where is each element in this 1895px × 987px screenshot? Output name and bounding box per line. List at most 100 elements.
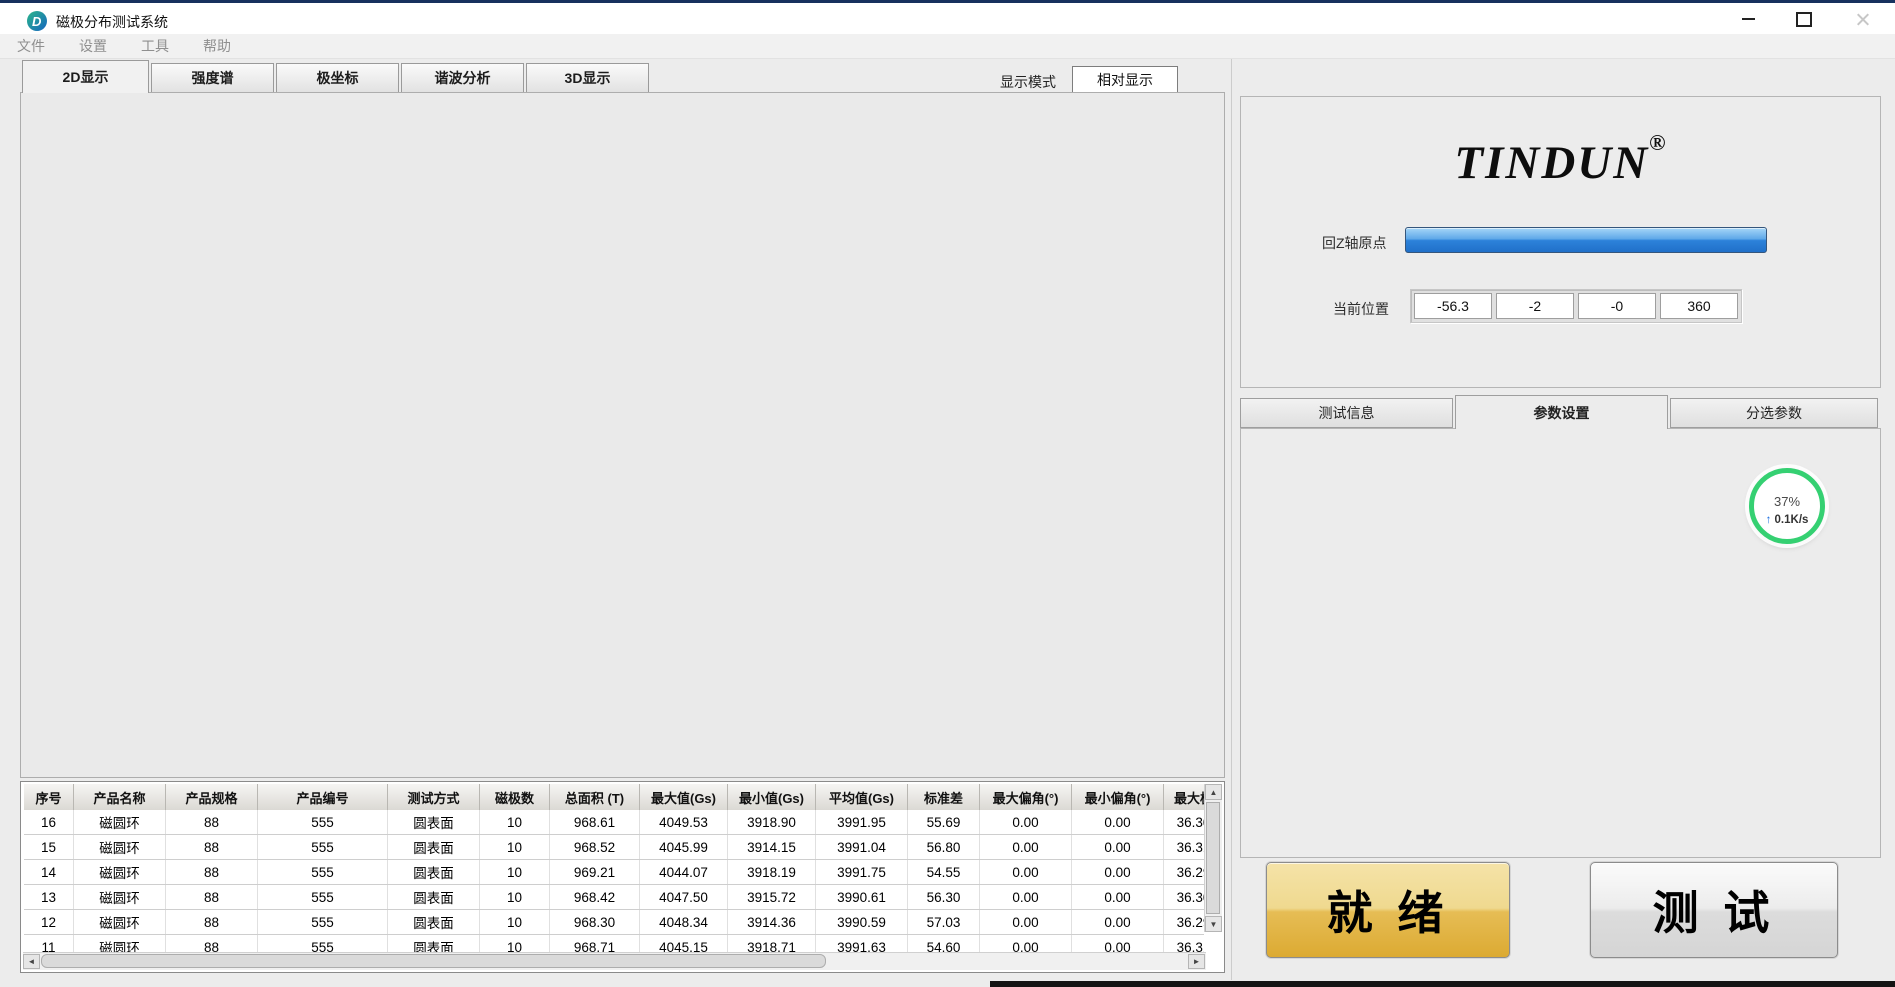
menu-file[interactable]: 文件 bbox=[0, 36, 62, 56]
table-cell: 555 bbox=[258, 885, 388, 909]
column-header[interactable]: 最小偏角(°) bbox=[1072, 784, 1164, 810]
table-cell: 88 bbox=[166, 885, 258, 909]
table-cell: 969.21 bbox=[550, 860, 640, 884]
table-cell: 0.00 bbox=[980, 885, 1072, 909]
table-cell: 0.00 bbox=[980, 910, 1072, 934]
current-position-label: 当前位置 bbox=[1333, 299, 1389, 319]
scroll-down-button[interactable]: ▼ bbox=[1205, 916, 1222, 932]
column-header[interactable]: 标准差 bbox=[908, 784, 980, 810]
display-mode-selector[interactable]: 相对显示 bbox=[1072, 66, 1178, 93]
close-button[interactable] bbox=[1840, 3, 1886, 35]
table-cell: 圆表面 bbox=[388, 885, 480, 909]
app-logo-icon: D bbox=[26, 10, 48, 32]
test-button[interactable]: 测 试 bbox=[1590, 862, 1838, 958]
table-cell: 3991.75 bbox=[816, 860, 908, 884]
table-cell: 圆表面 bbox=[388, 860, 480, 884]
panel-divider bbox=[1231, 59, 1232, 980]
current-position-z: -0 bbox=[1578, 293, 1656, 319]
title-bar: D 磁极分布测试系统 bbox=[0, 0, 1895, 34]
scroll-left-button[interactable]: ◄ bbox=[23, 954, 40, 969]
table-cell: 0.00 bbox=[1072, 885, 1164, 909]
table-cell: 磁圆环 bbox=[74, 910, 166, 934]
chart-panel bbox=[20, 92, 1225, 778]
tab-polar[interactable]: 极坐标 bbox=[276, 63, 399, 93]
table-cell: 圆表面 bbox=[388, 910, 480, 934]
column-header[interactable]: 测试方式 bbox=[388, 784, 480, 810]
table-cell: 88 bbox=[166, 810, 258, 834]
tab-sorting-parameters[interactable]: 分选参数 bbox=[1670, 398, 1878, 428]
minimize-button[interactable] bbox=[1725, 3, 1771, 35]
column-header[interactable]: 最大极 bbox=[1164, 784, 1204, 810]
app-window: D 磁极分布测试系统 文件 设置 工具 帮助 2D显示 强度谱 极坐标 谐波分析… bbox=[0, 0, 1895, 987]
column-header[interactable]: 总面积 (T) bbox=[550, 784, 640, 810]
table-cell: 4048.34 bbox=[640, 910, 728, 934]
table-cell: 12 bbox=[24, 910, 74, 934]
table-cell: 56.30 bbox=[908, 885, 980, 909]
progress-unit: % bbox=[1788, 494, 1800, 509]
table-cell: 15 bbox=[24, 835, 74, 859]
menu-help[interactable]: 帮助 bbox=[186, 36, 248, 56]
table-header-row: 序号产品名称产品规格产品编号测试方式磁极数总面积 (T)最大值(Gs)最小值(G… bbox=[24, 784, 1204, 810]
menu-settings[interactable]: 设置 bbox=[62, 36, 124, 56]
home-z-button[interactable] bbox=[1405, 227, 1767, 253]
tab-3d-display[interactable]: 3D显示 bbox=[526, 63, 649, 93]
column-header[interactable]: 平均值(Gs) bbox=[816, 784, 908, 810]
column-header[interactable]: 最小值(Gs) bbox=[728, 784, 816, 810]
table-row[interactable]: 15磁圆环88555圆表面10968.524045.993914.153991.… bbox=[24, 835, 1204, 860]
tab-parameter-settings[interactable]: 参数设置 bbox=[1455, 395, 1668, 429]
column-header[interactable]: 产品名称 bbox=[74, 784, 166, 810]
table-row[interactable]: 16磁圆环88555圆表面10968.614049.533918.903991.… bbox=[24, 810, 1204, 835]
horizontal-scroll-thumb[interactable] bbox=[41, 954, 826, 968]
table-cell: 10 bbox=[480, 885, 550, 909]
results-table: 序号产品名称产品规格产品编号测试方式磁极数总面积 (T)最大值(Gs)最小值(G… bbox=[20, 781, 1225, 973]
home-z-label: 回Z轴原点 bbox=[1322, 233, 1387, 253]
minimize-icon bbox=[1742, 18, 1755, 20]
up-arrow-icon: ↑ bbox=[1766, 514, 1772, 526]
table-cell: 54.55 bbox=[908, 860, 980, 884]
table-cell: 磁圆环 bbox=[74, 860, 166, 884]
tab-2d-display[interactable]: 2D显示 bbox=[22, 60, 149, 93]
table-cell: 3915.72 bbox=[728, 885, 816, 909]
table-cell: 0.00 bbox=[1072, 860, 1164, 884]
table-cell: 10 bbox=[480, 810, 550, 834]
tab-intensity-spectrum[interactable]: 强度谱 bbox=[151, 63, 274, 93]
scan-progress-widget[interactable]: 37% ↑ 0.1K/s bbox=[1749, 468, 1825, 544]
tab-harmonic-analysis[interactable]: 谐波分析 bbox=[401, 63, 524, 93]
table-cell: 36.29 bbox=[1164, 910, 1204, 934]
table-cell: 10 bbox=[480, 835, 550, 859]
horizontal-scrollbar[interactable]: ◄ ► bbox=[23, 952, 1206, 970]
table-cell: 88 bbox=[166, 910, 258, 934]
table-row[interactable]: 13磁圆环88555圆表面10968.424047.503915.723990.… bbox=[24, 885, 1204, 910]
column-header[interactable]: 产品规格 bbox=[166, 784, 258, 810]
column-header[interactable]: 磁极数 bbox=[480, 784, 550, 810]
table-cell: 10 bbox=[480, 860, 550, 884]
table-cell: 3990.59 bbox=[816, 910, 908, 934]
column-header[interactable]: 产品编号 bbox=[258, 784, 388, 810]
scroll-right-button[interactable]: ► bbox=[1188, 954, 1205, 969]
table-row[interactable]: 12磁圆环88555圆表面10968.304048.343914.363990.… bbox=[24, 910, 1204, 935]
table-cell: 3991.04 bbox=[816, 835, 908, 859]
table-cell: 磁圆环 bbox=[74, 885, 166, 909]
column-header[interactable]: 最大值(Gs) bbox=[640, 784, 728, 810]
menu-tools[interactable]: 工具 bbox=[124, 36, 186, 56]
table-cell: 0.00 bbox=[1072, 810, 1164, 834]
vertical-scrollbar[interactable]: ▲ ▼ bbox=[1204, 784, 1222, 932]
table-cell: 4045.99 bbox=[640, 835, 728, 859]
tab-test-info[interactable]: 测试信息 bbox=[1240, 398, 1453, 428]
scroll-up-button[interactable]: ▲ bbox=[1205, 784, 1222, 800]
column-header[interactable]: 最大偏角(°) bbox=[980, 784, 1072, 810]
ready-status-button[interactable]: 就 绪 bbox=[1266, 862, 1510, 958]
table-row[interactable]: 14磁圆环88555圆表面10969.214044.073918.193991.… bbox=[24, 860, 1204, 885]
table-cell: 4044.07 bbox=[640, 860, 728, 884]
display-mode-label: 显示模式 bbox=[1000, 72, 1056, 92]
table-cell: 磁圆环 bbox=[74, 810, 166, 834]
column-header[interactable]: 序号 bbox=[24, 784, 74, 810]
table-cell: 555 bbox=[258, 860, 388, 884]
table-cell: 88 bbox=[166, 835, 258, 859]
table-cell: 圆表面 bbox=[388, 835, 480, 859]
speed-value: 0.1K/s bbox=[1775, 514, 1809, 526]
table-cell: 0.00 bbox=[1072, 835, 1164, 859]
maximize-button[interactable] bbox=[1781, 3, 1827, 35]
vertical-scroll-thumb[interactable] bbox=[1206, 802, 1220, 914]
table-cell: 57.03 bbox=[908, 910, 980, 934]
